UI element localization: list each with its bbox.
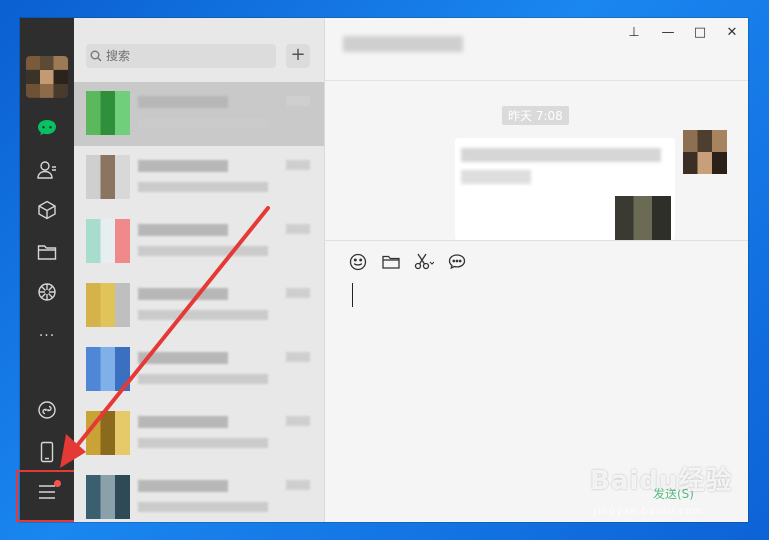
maximize-button[interactable]: □: [689, 24, 711, 42]
search-bar[interactable]: [86, 44, 276, 68]
watermark-url: jingyan.baidu.com: [594, 506, 704, 517]
message-timestamp: 昨天 7:08: [502, 106, 569, 125]
moments-icon[interactable]: [35, 280, 59, 304]
pin-icon[interactable]: ⊥: [623, 24, 645, 42]
list-item[interactable]: [74, 466, 324, 530]
conversation-avatar: [86, 283, 130, 327]
message-bubble[interactable]: [455, 138, 675, 240]
text-cursor: [352, 283, 353, 307]
scissors-icon[interactable]: [413, 251, 435, 273]
conversation-avatar: [86, 91, 130, 135]
phone-icon[interactable]: [35, 440, 59, 464]
conversation-avatar: [86, 219, 130, 263]
conversation-avatar: [86, 347, 130, 391]
message-image[interactable]: [615, 196, 671, 240]
conversation-avatar: [86, 411, 130, 455]
folder-icon[interactable]: [380, 251, 402, 273]
conversation-avatar: [86, 155, 130, 199]
add-chat-button[interactable]: +: [286, 44, 310, 68]
close-button[interactable]: ✕: [721, 24, 743, 42]
list-item[interactable]: [74, 146, 324, 210]
list-item[interactable]: [74, 210, 324, 274]
files-icon[interactable]: [35, 240, 59, 264]
user-avatar[interactable]: [26, 56, 68, 98]
sidebar: ···: [16, 18, 76, 522]
wechat-window: ··· +: [16, 18, 748, 522]
list-item[interactable]: [74, 338, 324, 402]
chat-icon[interactable]: [35, 116, 59, 140]
search-icon: [86, 50, 106, 62]
emoji-icon[interactable]: [347, 251, 369, 273]
mini-programs-icon[interactable]: [35, 398, 59, 422]
chat-pane: ⊥ — □ ✕ 昨天 7:08 发送(S): [325, 18, 748, 522]
list-item[interactable]: [74, 402, 324, 466]
list-item[interactable]: [74, 82, 324, 146]
chat-title: [343, 36, 463, 52]
favorites-icon[interactable]: [35, 198, 59, 222]
sender-avatar[interactable]: [683, 130, 727, 174]
more-icon[interactable]: ···: [35, 324, 59, 348]
search-input[interactable]: [106, 49, 266, 63]
annotation-highlight-box: [16, 470, 76, 522]
header-divider: [325, 80, 748, 81]
contacts-icon[interactable]: [35, 158, 59, 182]
conversation-avatar: [86, 475, 130, 519]
watermark-brand: Baidu经验: [590, 466, 733, 496]
conversation-list: +: [74, 18, 324, 522]
list-item[interactable]: [74, 274, 324, 338]
minimize-button[interactable]: —: [657, 24, 679, 42]
chat-history-icon[interactable]: [446, 251, 468, 273]
